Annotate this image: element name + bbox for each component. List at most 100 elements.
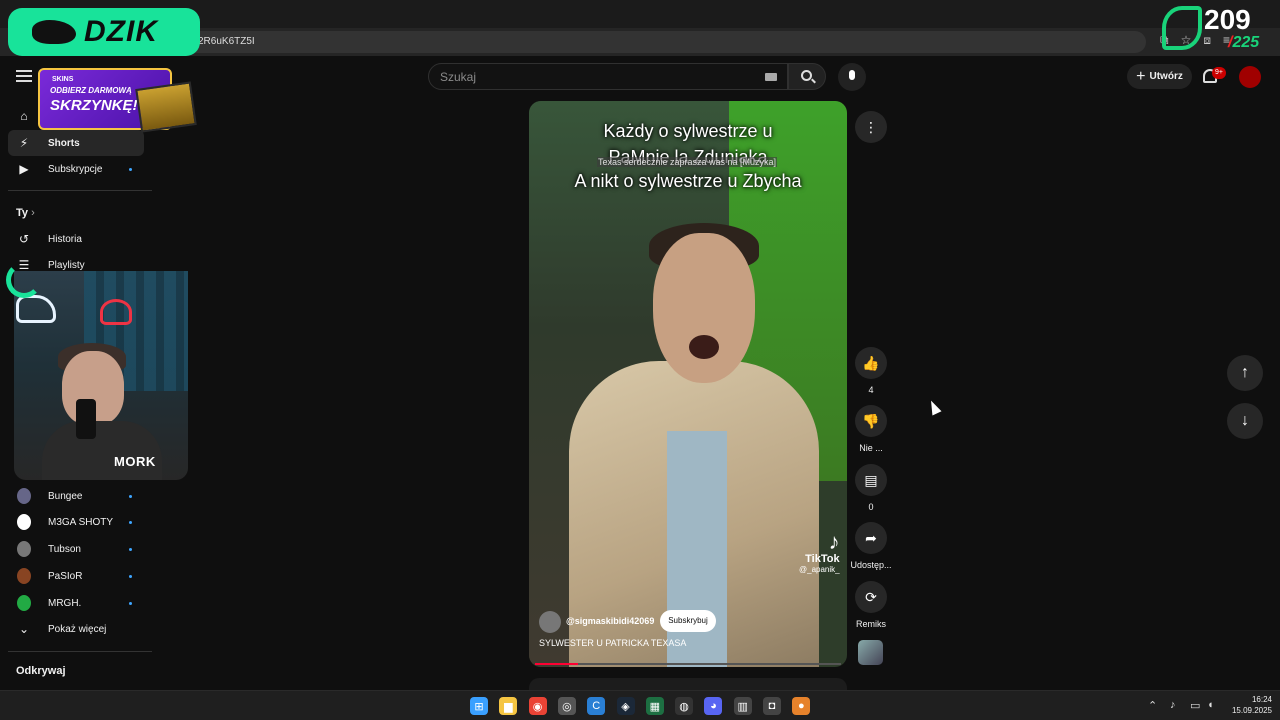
- remix-button[interactable]: ⟳ Remiks: [855, 581, 887, 629]
- counter-value: 209: [1204, 4, 1251, 35]
- tiktok-label: TikTok: [805, 553, 840, 565]
- search-button[interactable]: [788, 63, 826, 90]
- goal-counter: 209 /225: [1162, 4, 1272, 52]
- dzik-logo-text: DZIK: [84, 15, 158, 48]
- sidebar-item-label: Pokaż więcej: [48, 623, 107, 635]
- tray-mic-icon[interactable]: ♪: [1170, 699, 1176, 711]
- like-icon: 👍: [855, 347, 887, 379]
- clock-time: 16:24: [1251, 695, 1272, 704]
- leaf-icon: [1162, 6, 1202, 50]
- promo-line1: ODBIERZ DARMOWĄ: [50, 86, 132, 95]
- mouse-cursor-icon: [926, 398, 942, 416]
- search-input[interactable]: Szukaj: [428, 63, 788, 90]
- keyboard-icon[interactable]: [765, 73, 777, 81]
- counter-total: /225: [1228, 34, 1260, 51]
- sidebar-item-shorts[interactable]: ⚡ Shorts: [8, 130, 144, 156]
- account-avatar[interactable]: [1239, 66, 1261, 88]
- voice-search-button[interactable]: [838, 63, 866, 91]
- taskbar-app-red-icon[interactable]: ◎: [557, 697, 576, 715]
- sidebar-item-label: Historia: [48, 233, 82, 245]
- taskbar-chrome-icon[interactable]: ◉: [528, 697, 547, 715]
- sidebar-you-heading[interactable]: Ty ›: [16, 207, 35, 219]
- url-text: 2R6uK6TZ5I: [198, 36, 255, 47]
- sidebar-item-history[interactable]: ↺ Historia: [8, 226, 144, 252]
- new-content-dot: [129, 520, 132, 524]
- taskbar-edge-like-icon[interactable]: C: [587, 697, 606, 715]
- taskbar-discord-icon[interactable]: ◕: [704, 697, 723, 715]
- streamer-name: MORK: [114, 454, 156, 469]
- subscribe-button[interactable]: Subskrybuj: [660, 610, 716, 632]
- previous-short-button[interactable]: ↑: [1227, 355, 1263, 391]
- sidebar-channel-item[interactable]: M3GA SHOTY: [8, 509, 144, 535]
- sound-thumbnail[interactable]: [858, 640, 883, 665]
- taskbar-steam-icon[interactable]: ◈: [616, 697, 635, 715]
- sidebar-show-more[interactable]: ⌄ Pokaż więcej: [8, 616, 144, 642]
- taskbar-explorer-icon[interactable]: ▆: [499, 697, 518, 715]
- sidebar-item-subscriptions[interactable]: ▶ Subskrypcje: [8, 156, 144, 182]
- video-caption-top: Każdy o sylwestrze u: [603, 121, 773, 141]
- dislike-icon: 👎: [855, 405, 887, 437]
- url-field[interactable]: 2R6uK6TZ5I: [186, 31, 1146, 53]
- share-icon: ➦: [855, 522, 887, 554]
- short-video-player[interactable]: Każdy o sylwestrze u PaMnie la Zduniaka …: [529, 101, 847, 667]
- arrow-up-icon: ↑: [1241, 364, 1249, 381]
- like-button[interactable]: 👍 4: [855, 347, 887, 395]
- like-count: 4: [868, 385, 874, 395]
- share-button[interactable]: ➦ Udostęp...: [850, 522, 892, 570]
- shorts-icon: ⚡: [19, 136, 29, 150]
- sidebar-item-label: Bungee: [48, 490, 83, 502]
- taskbar-sheet-icon[interactable]: ▦: [645, 697, 664, 715]
- taskbar-obs-icon[interactable]: ◍: [675, 697, 694, 715]
- create-label: Utwórz: [1149, 71, 1183, 82]
- promo-crate-image: [135, 81, 197, 133]
- subscriptions-icon: ▶: [19, 162, 29, 176]
- channel-name[interactable]: @sigmaskibidi42069: [566, 616, 654, 626]
- sidebar-item-label: PaSIoR: [48, 570, 83, 582]
- sidebar-channel-item[interactable]: PaSIoR: [8, 563, 144, 589]
- dislike-button[interactable]: 👎 Nie ...: [855, 405, 887, 453]
- share-label: Udostęp...: [850, 560, 892, 570]
- notifications-badge: 9+: [1212, 67, 1226, 79]
- new-content-dot: [129, 547, 132, 551]
- taskbar-cam-icon[interactable]: ◘: [763, 697, 781, 715]
- chevron-down-icon: ⌄: [18, 622, 30, 636]
- sidebar-item-label: MRGH.: [48, 597, 82, 609]
- sidebar-channel-item[interactable]: Bungee: [8, 483, 144, 509]
- menu-icon[interactable]: [16, 70, 32, 82]
- tray-network-icon[interactable]: ▭: [1190, 699, 1200, 712]
- channel-avatar: [17, 541, 31, 557]
- windows-taskbar: ⊞ ▆ ◉ ◎ C ◈ ▦ ◍ ◕ ▥ ◘ ● ⌃ ♪ ▭ ◖ 16:24 15.09.2025: [0, 690, 1280, 720]
- new-content-dot: [129, 574, 132, 578]
- new-content-dot: [129, 167, 132, 171]
- next-short-preview[interactable]: [529, 678, 847, 690]
- tray-volume-icon[interactable]: ◖: [1207, 699, 1214, 711]
- comments-button[interactable]: ▤ 0: [855, 464, 887, 512]
- arrow-down-icon: ↓: [1241, 412, 1249, 429]
- clock-date: 15.09.2025: [1231, 706, 1272, 715]
- next-short-button[interactable]: ↓: [1227, 403, 1263, 439]
- sidebar-channel-item[interactable]: Tubson: [8, 536, 144, 562]
- system-clock[interactable]: 16:24 15.09.2025: [1226, 694, 1272, 716]
- search-placeholder: Szukaj: [440, 70, 477, 84]
- tray-chevron-icon[interactable]: ⌃: [1148, 699, 1157, 712]
- video-progress-bar[interactable]: [535, 663, 841, 665]
- sidebar-channel-item[interactable]: MRGH.: [8, 590, 144, 616]
- new-content-dot: [129, 494, 132, 498]
- taskbar-bars-icon[interactable]: ▥: [733, 697, 752, 715]
- sidebar-item-label: Subskrypcje: [48, 163, 103, 175]
- remix-icon: ⟳: [855, 581, 887, 613]
- taskbar-start-icon[interactable]: ⊞: [470, 697, 488, 715]
- video-caption-bottom: A nikt o sylwestrze u Zbycha: [574, 171, 802, 191]
- video-title[interactable]: SYLWESTER U PATRICKA TEXASA: [539, 638, 686, 648]
- remix-label: Remiks: [855, 619, 886, 629]
- boar-logo-icon: [16, 295, 56, 323]
- channel-avatar: [17, 595, 31, 611]
- more-options-button[interactable]: ⋮: [855, 111, 887, 143]
- channel-avatar[interactable]: [539, 611, 561, 633]
- create-button[interactable]: + Utwórz: [1127, 64, 1192, 89]
- promo-line2: SKRZYNKĘ!: [50, 97, 138, 114]
- chevron-right-icon: ›: [31, 207, 35, 219]
- red-logo-icon: [100, 299, 132, 325]
- taskbar-ball-icon[interactable]: ●: [792, 697, 811, 715]
- plus-icon: +: [1136, 67, 1146, 85]
